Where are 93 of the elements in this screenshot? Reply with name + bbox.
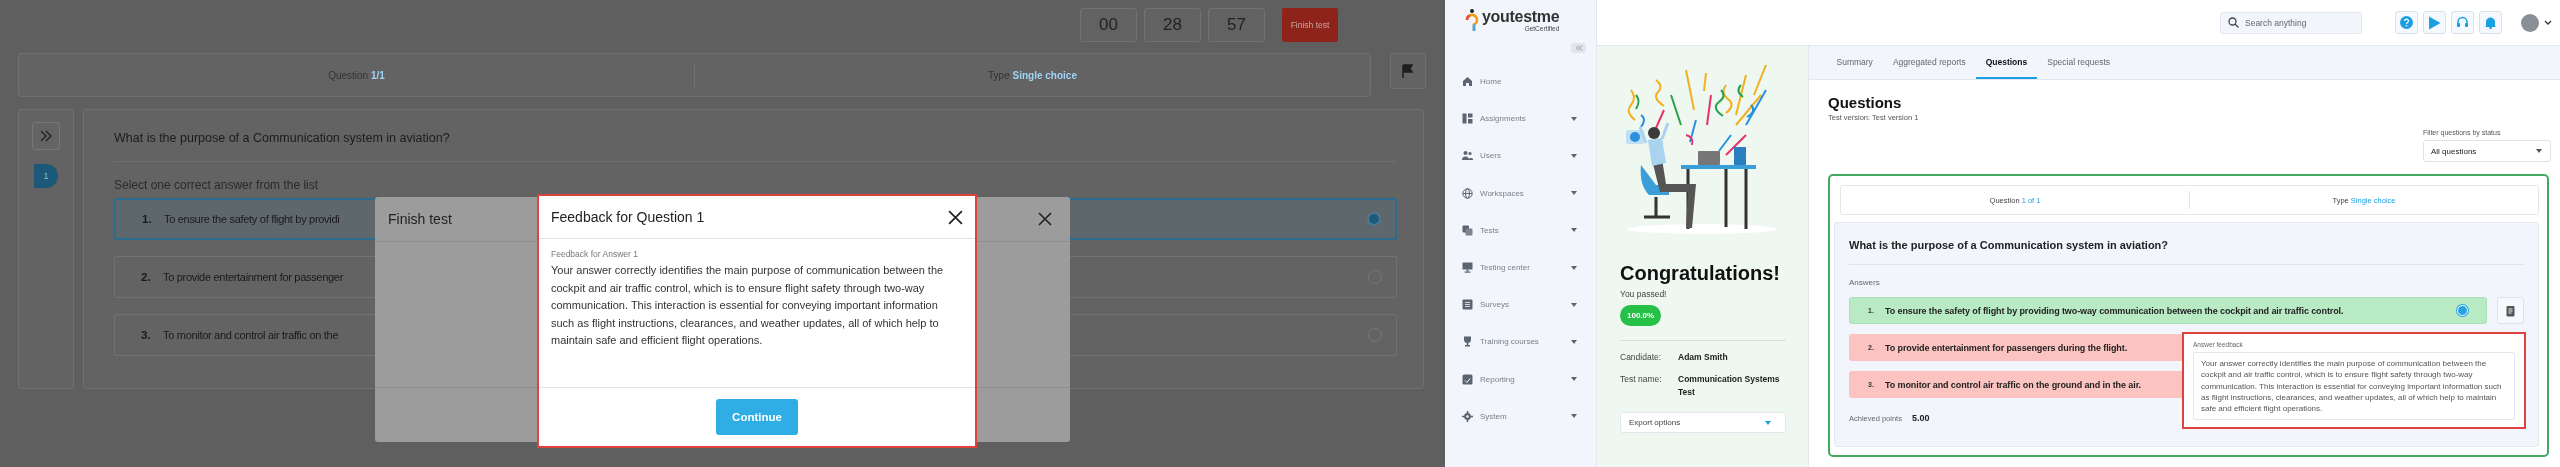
play-icon bbox=[2428, 15, 2441, 30]
tab[interactable]: Questions bbox=[1976, 46, 2037, 79]
timer-value: 57 bbox=[1208, 8, 1265, 42]
search-field[interactable]: Search anything bbox=[2220, 11, 2362, 34]
notes-icon bbox=[2505, 304, 2516, 317]
globe-icon bbox=[1462, 187, 1473, 199]
caret-icon bbox=[2536, 149, 2542, 153]
caret-icon bbox=[1571, 377, 1577, 382]
double-chevron-icon bbox=[39, 130, 53, 142]
answer-number: 1. bbox=[142, 213, 153, 225]
detail-value: Communication Systems Test bbox=[1678, 373, 1781, 399]
caret-icon bbox=[1571, 153, 1577, 158]
monitor-icon bbox=[1462, 262, 1473, 274]
help-button[interactable] bbox=[2395, 11, 2418, 34]
points-value: 5.00 bbox=[1911, 413, 1930, 423]
radio-button[interactable] bbox=[1367, 212, 1381, 226]
answer-text: To ensure the safety of flight by providi bbox=[164, 213, 340, 225]
users-icon bbox=[1462, 150, 1473, 162]
list-icon bbox=[1462, 299, 1473, 311]
logo-icon bbox=[1465, 8, 1479, 34]
answer-text: To provide entertainment for passenger bbox=[163, 271, 343, 283]
double-chevron-icon bbox=[1574, 45, 1583, 51]
flag-icon bbox=[1401, 64, 1415, 78]
question-text: What is the purpose of a Communication system in aviation? bbox=[1849, 239, 2170, 251]
feedback-label: Feedback for Answer 1 bbox=[551, 249, 639, 259]
feedback-button[interactable] bbox=[2497, 297, 2524, 324]
tab[interactable]: Summary bbox=[1827, 46, 1883, 79]
feedback-text-field[interactable]: Your answer correctly identifies the main purpose of communication between the cockpit and air traffic control, which is to ensure flight safety through two-way communication. This interaction is essential for conveying important information such as flight instructions, clearances, and weather updates, all of which help to maintain safe and efficient flight operations. bbox=[2193, 352, 2515, 421]
caret-icon bbox=[1571, 116, 1577, 121]
trophy-icon bbox=[1462, 336, 1473, 348]
section-title: Questions bbox=[1828, 94, 1903, 111]
export-dropdown[interactable]: Export options bbox=[1620, 412, 1786, 433]
caret-icon bbox=[1571, 265, 1577, 270]
bell-icon bbox=[2484, 16, 2497, 29]
dialog-title: Finish test bbox=[388, 211, 452, 227]
answer-text: To monitor and control air traffic on the ground and in the air. bbox=[1885, 379, 2141, 390]
filter-dropdown[interactable]: All questions bbox=[2423, 140, 2551, 162]
result-subtitle: You passed! bbox=[1620, 289, 1667, 299]
notifications-button[interactable] bbox=[2479, 11, 2502, 34]
play-button[interactable] bbox=[2423, 11, 2446, 34]
avatar[interactable] bbox=[2521, 13, 2539, 32]
tab[interactable]: Special requests bbox=[2037, 46, 2120, 79]
expand-button[interactable] bbox=[32, 122, 60, 150]
logo-text: youtestme bbox=[1482, 8, 1560, 25]
continue-button[interactable]: Continue bbox=[716, 399, 798, 435]
close-icon[interactable] bbox=[1038, 212, 1052, 226]
detail-label: Candidate: bbox=[1620, 351, 1663, 364]
detail-value: Adam Smith bbox=[1678, 351, 1729, 364]
support-button[interactable] bbox=[2451, 11, 2474, 34]
answer-text: To provide entertainment for passengers during the flight. bbox=[1885, 342, 2128, 353]
sidebar-item[interactable]: Workspaces bbox=[1445, 174, 1596, 212]
sidebar-item[interactable]: Assignments bbox=[1445, 100, 1596, 138]
collapse-button[interactable] bbox=[1571, 43, 1586, 53]
pages-icon bbox=[1462, 224, 1473, 236]
sidebar-item[interactable]: Reporting bbox=[1445, 360, 1596, 398]
dashboard-icon bbox=[1462, 113, 1473, 125]
chart-icon bbox=[1462, 373, 1473, 385]
timer-value: 28 bbox=[1144, 8, 1201, 42]
sidebar-item[interactable]: Users bbox=[1445, 137, 1596, 175]
caret-icon bbox=[1765, 420, 1771, 425]
sidebar-item[interactable]: Training courses bbox=[1445, 323, 1596, 361]
chevron-down-icon[interactable] bbox=[2544, 20, 2552, 25]
caret-icon bbox=[1571, 339, 1577, 344]
score-badge: 100.0% bbox=[1620, 305, 1662, 326]
sidebar-item[interactable]: Surveys bbox=[1445, 286, 1596, 324]
sidebar-item[interactable]: Testing center bbox=[1445, 248, 1596, 287]
feedback-text: Your answer correctly identifies the main purpose of communication between the cockpit and air traffic control, which is to ensure flight safety through two-way communication. This interaction is essential for conveying important information such as flight instructions, clearances, and weather updates, all of which help to maintain safe and efficient flight operations. bbox=[551, 263, 945, 348]
headset-icon bbox=[2456, 16, 2469, 29]
search-icon bbox=[2228, 17, 2239, 28]
finish-test-button[interactable]: Finish test bbox=[1282, 8, 1338, 42]
answer-number: 2. bbox=[141, 271, 152, 283]
caret-icon bbox=[1571, 191, 1577, 196]
timer-value: 00 bbox=[1080, 8, 1137, 42]
caret-icon bbox=[1571, 228, 1577, 233]
result-title: Congratulations! bbox=[1620, 262, 1780, 285]
sidebar-item[interactable]: Tests bbox=[1445, 211, 1596, 249]
sidebar-item[interactable]: Home bbox=[1445, 63, 1596, 101]
answers-label: Answers bbox=[1849, 278, 1881, 287]
caret-icon bbox=[1571, 302, 1577, 307]
home-icon bbox=[1462, 76, 1473, 88]
caret-icon bbox=[1571, 414, 1577, 419]
answer-text: To ensure the safety of flight by providing two-way communication between the cockpit and air traffic control. bbox=[1885, 305, 2344, 316]
flag-button[interactable] bbox=[1390, 53, 1426, 89]
detail-label: Test name: bbox=[1620, 373, 1663, 386]
dialog-title: Feedback for Question 1 bbox=[551, 209, 705, 225]
question-text: What is the purpose of a Communication system in aviation? bbox=[114, 131, 451, 145]
sidebar-item[interactable]: System bbox=[1445, 397, 1596, 435]
question-number-tab[interactable]: 1 bbox=[34, 164, 58, 188]
close-icon[interactable] bbox=[948, 209, 963, 225]
help-icon bbox=[2400, 16, 2413, 29]
answer-number: 3. bbox=[141, 329, 152, 341]
answer-text: To monitor and control air traffic on the bbox=[163, 329, 339, 341]
tab[interactable]: Aggregated reports bbox=[1883, 46, 1976, 79]
